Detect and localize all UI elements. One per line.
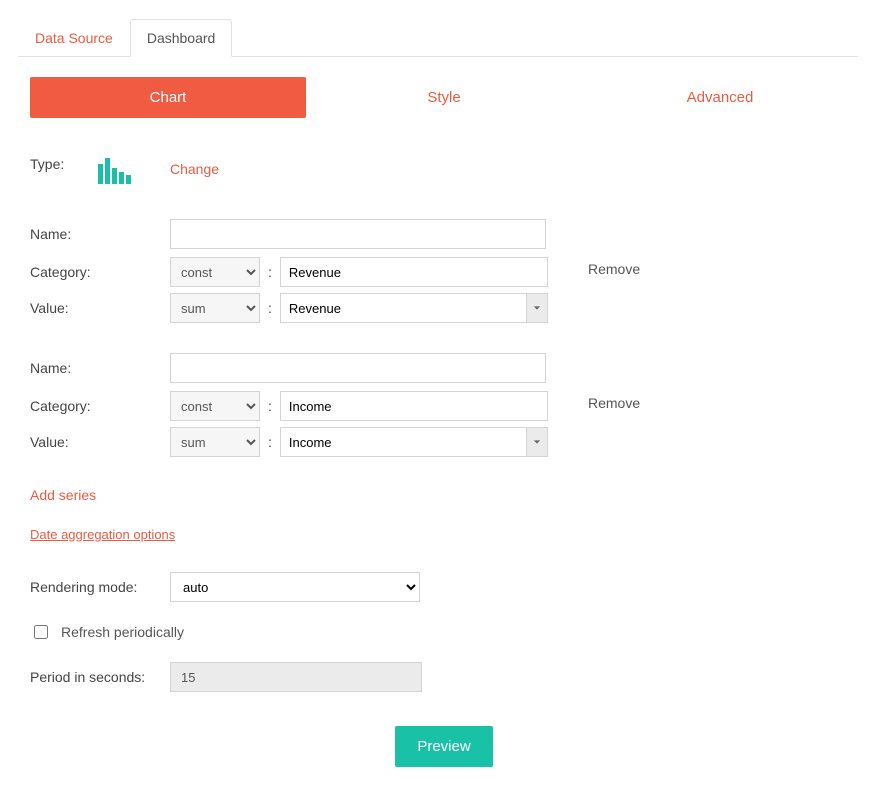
value-label: Value: [30, 434, 170, 450]
category-field-input[interactable] [280, 257, 548, 287]
separator: : [260, 264, 280, 280]
add-series-link[interactable]: Add series [30, 487, 96, 503]
category-fn-select[interactable]: const [170, 391, 260, 421]
category-fn-select[interactable]: const [170, 257, 260, 287]
subtab-chart[interactable]: Chart [30, 77, 306, 118]
series-name-input[interactable] [170, 353, 546, 383]
value-label: Value: [30, 300, 170, 316]
sub-tab-bar: Chart Style Advanced [30, 77, 858, 118]
series-block-1: Name: Category: const : Value: sum : Rem… [30, 219, 858, 323]
period-seconds-input[interactable] [170, 662, 422, 692]
separator: : [260, 300, 280, 316]
value-fn-select[interactable]: sum [170, 293, 260, 323]
tab-data-source[interactable]: Data Source [18, 19, 130, 57]
separator: : [260, 434, 280, 450]
subtab-advanced[interactable]: Advanced [582, 77, 858, 118]
top-tab-bar: Data Source Dashboard [18, 18, 858, 57]
preview-button[interactable]: Preview [395, 726, 492, 767]
category-label: Category: [30, 398, 170, 414]
series-name-input[interactable] [170, 219, 546, 249]
category-field-input[interactable] [280, 391, 548, 421]
change-type-link[interactable]: Change [170, 161, 219, 177]
refresh-periodically-checkbox[interactable] [34, 625, 48, 639]
chevron-down-icon [533, 304, 541, 312]
refresh-periodically-label: Refresh periodically [61, 624, 184, 640]
subtab-style[interactable]: Style [306, 77, 582, 118]
category-label: Category: [30, 264, 170, 280]
name-label: Name: [30, 226, 170, 242]
name-label: Name: [30, 360, 170, 376]
chevron-down-icon [533, 438, 541, 446]
rendering-mode-select[interactable]: auto [170, 572, 420, 602]
series-block-2: Name: Category: const : Value: sum : Rem… [30, 353, 858, 457]
rendering-mode-label: Rendering mode: [30, 579, 170, 595]
remove-series-link[interactable]: Remove [588, 261, 640, 277]
separator: : [260, 398, 280, 414]
tab-dashboard[interactable]: Dashboard [130, 19, 233, 57]
value-field-dropdown-button[interactable] [526, 427, 548, 457]
date-aggregation-options-link[interactable]: Date aggregation options [30, 527, 175, 542]
bar-chart-icon [98, 158, 131, 184]
period-label: Period in seconds: [30, 669, 170, 685]
value-field-input[interactable] [280, 427, 526, 457]
value-field-input[interactable] [280, 293, 526, 323]
remove-series-link[interactable]: Remove [588, 395, 640, 411]
value-fn-select[interactable]: sum [170, 427, 260, 457]
value-field-dropdown-button[interactable] [526, 293, 548, 323]
